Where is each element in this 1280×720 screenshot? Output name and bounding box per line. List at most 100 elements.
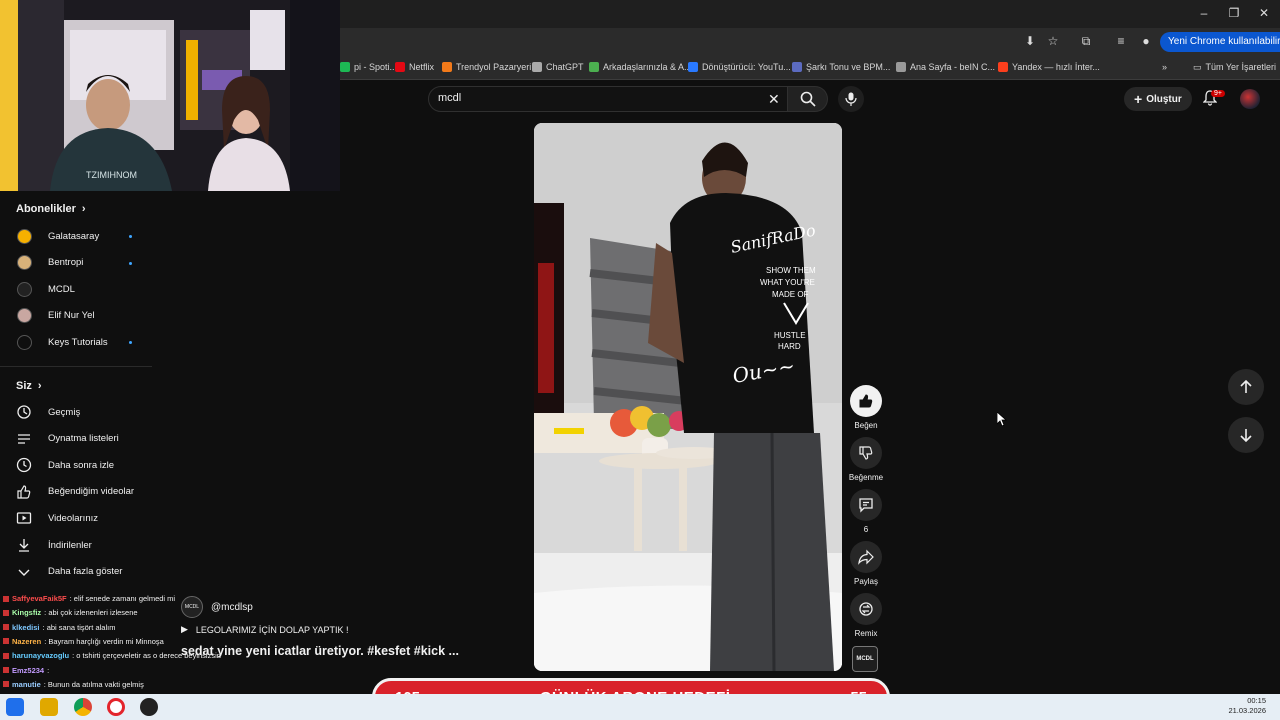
- bookmark-favicon-icon: [792, 62, 802, 72]
- bookmark-item[interactable]: Netflix: [395, 59, 434, 75]
- voice-search-button[interactable]: [838, 86, 864, 112]
- bookmark-star-icon[interactable]: ☆: [1045, 33, 1061, 49]
- subscription-label: Galatasaray: [48, 230, 100, 242]
- new-content-dot: [129, 341, 132, 345]
- profile-icon[interactable]: ●: [1138, 33, 1154, 49]
- thumb-up-icon[interactable]: [850, 385, 882, 417]
- search-button[interactable]: [788, 86, 828, 112]
- sidebar-divider: [0, 366, 152, 367]
- remix-icon[interactable]: [850, 593, 882, 625]
- subscriptions-header[interactable]: Abonelikler ›: [16, 203, 86, 215]
- previous-short-button[interactable]: [1228, 369, 1264, 405]
- chat-username: Nazeren: [12, 636, 42, 646]
- search-box[interactable]: [428, 86, 788, 112]
- playlist-icon: [16, 431, 32, 447]
- video-icon: [16, 510, 32, 526]
- bookmark-item[interactable]: Şarkı Tonu ve BPM...: [792, 59, 890, 75]
- restore-button[interactable]: ❐: [1224, 6, 1244, 20]
- you-nav-item[interactable]: İndirilenler: [16, 535, 92, 555]
- you-nav-item[interactable]: Beğendiğim videolar: [16, 482, 134, 502]
- chrome-update-pill[interactable]: Yeni Chrome kullanılabilir ⋮: [1160, 32, 1280, 52]
- install-icon[interactable]: ⬇: [1022, 33, 1038, 49]
- chat-text: : abi sana tişört alalım: [42, 622, 116, 632]
- arrow-up-icon: [1240, 380, 1252, 393]
- next-short-button[interactable]: [1228, 417, 1264, 453]
- obs-icon[interactable]: [140, 698, 158, 716]
- notification-badge: 9+: [1211, 90, 1225, 97]
- bookmark-favicon-icon: [340, 62, 350, 72]
- you-nav-item[interactable]: Oynatma listeleri: [16, 429, 119, 449]
- minimize-button[interactable]: –: [1194, 6, 1214, 20]
- mouse-cursor-icon: [997, 412, 1007, 426]
- short-action[interactable]: 6: [850, 489, 882, 534]
- share-icon[interactable]: [850, 541, 882, 573]
- you-nav-item[interactable]: Daha fazla göster: [16, 562, 122, 582]
- create-label: Oluştur: [1146, 93, 1182, 105]
- file-explorer-icon[interactable]: [40, 698, 58, 716]
- channel-avatar-shape: [16, 281, 32, 297]
- short-channel[interactable]: MCDL @mcdlsp: [181, 596, 253, 618]
- bookmark-item[interactable]: ChatGPT: [532, 59, 584, 75]
- you-nav-item[interactable]: Videolarınız: [16, 508, 98, 528]
- subscription-item[interactable]: Elif Nur Yel: [16, 306, 94, 326]
- you-nav-item[interactable]: Daha sonra izle: [16, 455, 114, 475]
- comment-icon[interactable]: [850, 489, 882, 521]
- bookmarks-overflow-icon[interactable]: »: [1162, 59, 1167, 75]
- short-action[interactable]: Beğenme: [849, 437, 883, 482]
- create-button[interactable]: + Oluştur: [1124, 87, 1192, 111]
- short-action[interactable]: Remix: [850, 593, 882, 638]
- chat-username: manutie: [12, 679, 41, 689]
- subscription-item[interactable]: Keys Tutorials: [16, 332, 108, 352]
- short-action[interactable]: Beğen: [850, 385, 882, 430]
- close-window-button[interactable]: ✕: [1254, 6, 1274, 20]
- bookmark-favicon-icon: [998, 62, 1008, 72]
- chat-message: manutie: Bunun da atılma vakti gelmiş: [3, 680, 144, 689]
- bookmark-label: Dönüştürücü: YouTu...: [702, 62, 791, 72]
- all-bookmarks-button[interactable]: ▭ Tüm Yer İşaretleri: [1193, 59, 1276, 75]
- subscriptions-title: Abonelikler: [16, 203, 76, 215]
- short-video-frame: SanifRaDo SHOW THEM WHAT YOU'RE MADE OF …: [534, 123, 842, 671]
- svg-text:SHOW THEM: SHOW THEM: [766, 266, 816, 275]
- chevron-right-icon: ›: [81, 203, 86, 215]
- subscription-label: MCDL: [48, 283, 75, 295]
- you-nav-label: Videolarınız: [48, 512, 98, 524]
- chrome-taskbar-icon[interactable]: [74, 698, 92, 716]
- channel-avatar-shape: [16, 334, 32, 350]
- subscription-item[interactable]: Bentropi: [16, 253, 83, 273]
- opera-icon[interactable]: [107, 698, 125, 716]
- chevron-down-icon: [16, 564, 32, 580]
- extensions-icon[interactable]: ⧉: [1078, 33, 1094, 49]
- chat-message: harunayvazoglu: o tshirti çerçeveletir a…: [3, 651, 221, 660]
- folder-icon: ▭: [1193, 62, 1202, 72]
- chrome-update-label: Yeni Chrome kullanılabilir: [1168, 36, 1280, 47]
- bookmark-item[interactable]: Arkadaşlarınızla & A...: [589, 59, 692, 75]
- short-video-player[interactable]: SanifRaDo SHOW THEM WHAT YOU'RE MADE OF …: [534, 123, 842, 671]
- chat-text: : Bayram harçlığı verdin mi Minnoşa: [44, 636, 164, 646]
- you-nav-item[interactable]: Geçmiş: [16, 402, 80, 422]
- subscription-item[interactable]: MCDL: [16, 279, 75, 299]
- history-icon: [16, 404, 32, 420]
- bookmark-item[interactable]: pi - Spoti...: [340, 59, 397, 75]
- channel-avatar-button[interactable]: MCDL: [852, 646, 878, 672]
- subscription-item[interactable]: Galatasaray: [16, 226, 99, 246]
- system-clock[interactable]: 00:15 21.03.2026: [1228, 696, 1266, 716]
- start-icon[interactable]: [6, 698, 24, 716]
- account-avatar[interactable]: [1240, 89, 1260, 109]
- clear-search-icon[interactable]: ✕: [768, 91, 780, 108]
- bookmark-item[interactable]: Ana Sayfa - beIN C...: [896, 59, 995, 75]
- chat-username: klkedisi: [12, 622, 40, 632]
- thumb-down-icon[interactable]: [850, 437, 882, 469]
- webcam-overlay: TZIMIHNOM: [0, 0, 340, 191]
- subscription-label: Elif Nur Yel: [48, 310, 95, 322]
- you-header[interactable]: Siz ›: [16, 380, 42, 392]
- short-title-row[interactable]: ▶ LEGOLARIMIZ İÇİN DOLAP YAPTIK !: [181, 624, 348, 635]
- short-action-label: Beğen: [854, 421, 878, 430]
- bookmark-item[interactable]: Dönüştürücü: YouTu...: [688, 59, 791, 75]
- media-control-icon[interactable]: ≡: [1113, 33, 1129, 49]
- bookmark-item[interactable]: Trendyol Pazaryeri: [442, 59, 531, 75]
- chat-message: Kingsfiz: abi çok izlenenleri izlesene: [3, 608, 138, 617]
- search-input[interactable]: mcdl: [438, 92, 461, 104]
- clock-icon: [16, 457, 32, 473]
- bookmark-item[interactable]: Yandex — hızlı İnter...: [998, 59, 1100, 75]
- short-action[interactable]: Paylaş: [850, 541, 882, 586]
